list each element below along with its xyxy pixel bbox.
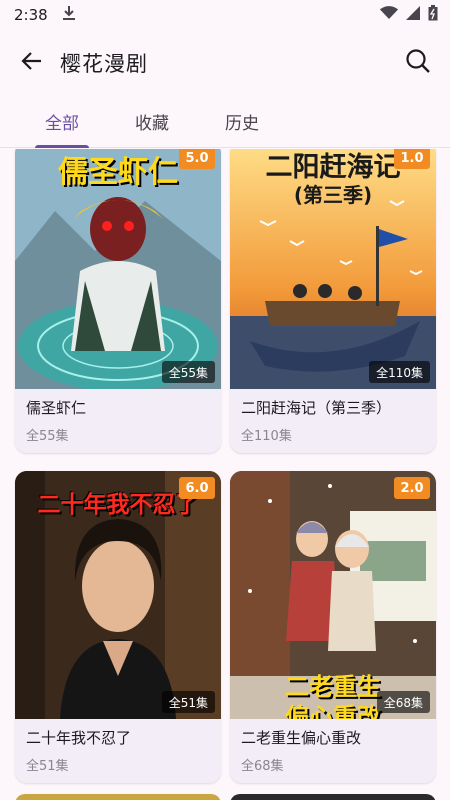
arrow-back-icon [21,50,43,76]
drama-title: 二十年我不忍了 [26,729,132,747]
status-time: 2:38 [14,6,48,24]
drama-title: 二老重生偏心重改 [241,729,362,747]
drama-episodes: 全55集 [26,429,69,444]
drama-title: 二阳赶海记（第三季） [241,399,392,417]
status-bar: 2:38 [0,0,450,30]
drama-card[interactable]: 二老重生 偏心重改 2.0 全68集 二老重生偏心重改 全68集 [230,471,436,783]
drama-poster: 二老重生 偏心重改 2.0 全68集 [230,471,436,719]
drama-card-partial[interactable] [15,794,221,800]
drama-poster: 儒圣虾仁 5.0 全55集 [15,149,221,389]
drama-card[interactable]: 儒圣虾仁 5.0 全55集 儒圣虾仁 全55集 [15,149,221,453]
episode-count-badge: 全68集 [376,691,430,713]
tab-all-label: 全部 [45,114,79,134]
tab-all[interactable]: 全部 [17,96,107,148]
rating-badge: 2.0 [394,477,430,499]
tab-favorites-label: 收藏 [135,114,169,134]
drama-episodes: 全51集 [26,759,69,774]
poster-subtitle-text: (第三季) [293,183,373,207]
drama-card[interactable]: 二十年我不忍了 6.0 全51集 二十年我不忍了 全51集 [15,471,221,783]
rating-badge: 5.0 [179,149,215,169]
episode-count-badge: 全110集 [369,361,430,383]
rating-badge: 6.0 [179,477,215,499]
app-bar: 樱花漫剧 [0,30,450,96]
search-icon [405,48,431,78]
drama-title: 儒圣虾仁 [26,399,87,417]
download-icon [62,5,76,25]
signal-icon [406,6,420,24]
episode-count-badge: 全51集 [161,691,215,713]
episode-count-badge: 全55集 [161,361,215,383]
drama-card-partial[interactable] [230,794,436,800]
rating-badge: 1.0 [394,149,430,169]
drama-poster: 二十年我不忍了 6.0 全51集 [15,471,221,719]
app-title: 樱花漫剧 [60,52,148,76]
search-button[interactable] [396,41,440,85]
wifi-icon [380,6,398,24]
drama-poster: 二阳赶海记 (第三季) 1.0 全110集 [230,149,436,389]
drama-grid: 儒圣虾仁 5.0 全55集 儒圣虾仁 全55集 二阳赶海记 (第三季) 1.0 … [0,149,450,800]
tab-history[interactable]: 历史 [197,96,287,147]
tab-history-label: 历史 [225,114,259,134]
drama-episodes: 全110集 [241,429,292,444]
battery-icon [428,5,438,25]
tab-bar: 全部 收藏 历史 [0,96,450,148]
tab-favorites[interactable]: 收藏 [107,96,197,147]
drama-episodes: 全68集 [241,759,284,774]
drama-card[interactable]: 二阳赶海记 (第三季) 1.0 全110集 二阳赶海记（第三季） 全110集 [230,149,436,453]
back-button[interactable] [10,41,54,85]
